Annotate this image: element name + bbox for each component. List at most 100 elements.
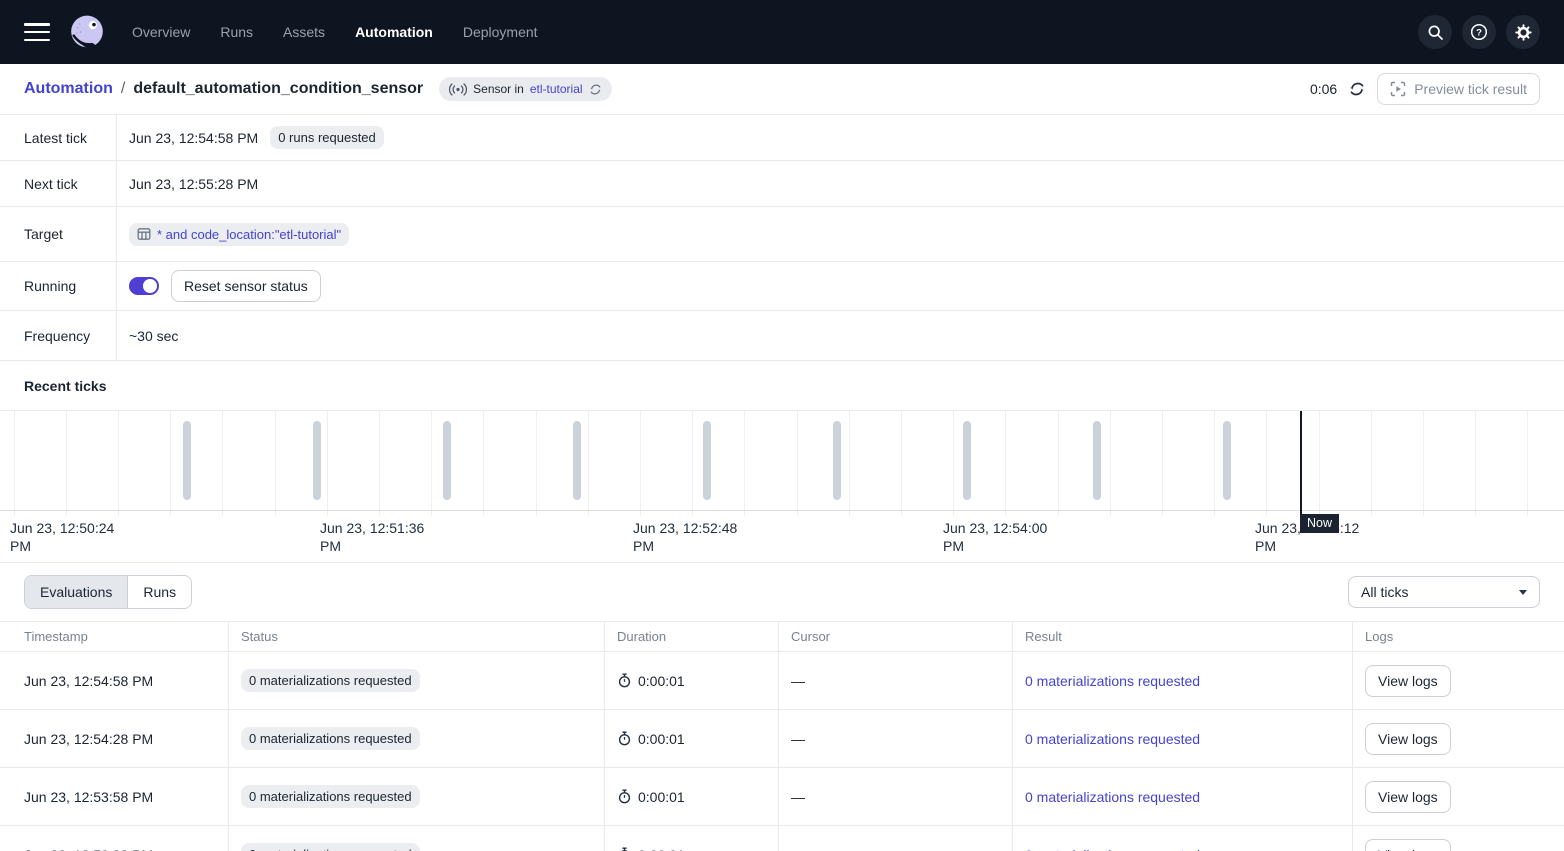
tick-cursor: — <box>779 826 1013 851</box>
timeline-gridline <box>1005 411 1006 516</box>
stopwatch-icon <box>617 673 632 688</box>
timeline-gridline <box>170 411 171 516</box>
timeline-axis-label: Jun 23, 12:51:36 PM <box>320 519 440 556</box>
tick-bar[interactable] <box>1223 421 1231 500</box>
reset-sensor-status-button[interactable]: Reset sensor status <box>171 270 321 302</box>
nav-item-overview[interactable]: Overview <box>132 24 190 40</box>
timeline-gridline <box>640 411 641 516</box>
timeline-gridline <box>1162 411 1163 516</box>
timeline-gridline <box>483 411 484 516</box>
tick-duration: 0:00:01 <box>638 673 685 689</box>
timeline-gridline <box>849 411 850 516</box>
tick-result-link[interactable]: 0 materializations requested <box>1025 731 1200 747</box>
table-row: Jun 23, 12:53:28 PM 0 materializations r… <box>0 826 1564 851</box>
view-logs-button[interactable]: View logs <box>1365 665 1451 697</box>
tick-cursor: — <box>779 652 1013 709</box>
row-latest-tick: Latest tick Jun 23, 12:54:58 PM 0 runs r… <box>0 115 1564 161</box>
timeline-gridline <box>1214 411 1215 516</box>
now-tag: Now <box>1300 514 1339 533</box>
tick-bar[interactable] <box>1093 421 1101 500</box>
search-button[interactable] <box>1418 15 1452 49</box>
tick-result-link[interactable]: 0 materializations requested <box>1025 673 1200 689</box>
timeline-gridline <box>222 411 223 516</box>
recent-ticks-heading: Recent ticks <box>0 361 1564 410</box>
breadcrumb-automation-link[interactable]: Automation <box>24 80 113 98</box>
header-actions: 0:06 Preview tick result <box>1310 73 1540 105</box>
col-status: Status <box>229 622 605 651</box>
timeline-gridline <box>1371 411 1372 516</box>
tick-status-badge: 0 materializations requested <box>241 727 420 750</box>
timeline-gridline <box>431 411 432 516</box>
tab-runs[interactable]: Runs <box>127 576 191 608</box>
help-button[interactable]: ? <box>1462 15 1496 49</box>
ticks-table-body: Jun 23, 12:54:58 PM 0 materializations r… <box>0 652 1564 851</box>
timeline-gridline <box>118 411 119 516</box>
asset-table-icon <box>137 227 151 241</box>
tick-bar[interactable] <box>573 421 581 500</box>
view-logs-button[interactable]: View logs <box>1365 839 1451 851</box>
tick-bar[interactable] <box>963 421 971 500</box>
running-label: Running <box>0 262 117 310</box>
col-result: Result <box>1013 622 1353 651</box>
stopwatch-icon <box>617 731 632 746</box>
code-location-link[interactable]: etl-tutorial <box>530 82 583 96</box>
timeline-gridline <box>901 411 902 516</box>
page-header: Automation / default_automation_conditio… <box>0 64 1564 115</box>
timeline-gridline <box>797 411 798 516</box>
row-target: Target * and code_location:"etl-tutorial… <box>0 207 1564 262</box>
ticks-table-header: Timestamp Status Duration Cursor Result … <box>0 622 1564 652</box>
ticks-table: Timestamp Status Duration Cursor Result … <box>0 621 1564 851</box>
view-logs-button[interactable]: View logs <box>1365 781 1451 813</box>
running-toggle[interactable] <box>129 277 159 295</box>
gear-icon <box>1515 24 1532 41</box>
view-logs-button[interactable]: View logs <box>1365 723 1451 755</box>
timeline-gridline <box>953 411 954 516</box>
timeline-gridline <box>692 411 693 516</box>
latest-tick-label: Latest tick <box>0 115 117 160</box>
row-running: Running Reset sensor status <box>0 262 1564 311</box>
timeline-gridline <box>1527 411 1528 516</box>
ticks-timeline[interactable]: Now Jun 23, 12:50:24 PM Jun 23, 12:51:36 … <box>0 410 1564 563</box>
tick-status-badge: 0 materializations requested <box>241 785 420 808</box>
nav-item-assets[interactable]: Assets <box>283 24 325 40</box>
target-selection-pill[interactable]: * and code_location:"etl-tutorial" <box>129 223 349 246</box>
nav-item-runs[interactable]: Runs <box>220 24 253 40</box>
dagster-logo[interactable] <box>68 13 106 51</box>
tick-timestamp: Jun 23, 12:54:28 PM <box>0 710 229 767</box>
sync-icon <box>589 83 602 96</box>
nav-item-deployment[interactable]: Deployment <box>463 24 538 40</box>
preview-tick-result-button[interactable]: Preview tick result <box>1377 73 1540 105</box>
tick-result-link[interactable]: 0 materializations requested <box>1025 789 1200 805</box>
tick-duration: 0:00:01 <box>638 731 685 747</box>
timeline-gridline <box>1266 411 1267 516</box>
tick-bar[interactable] <box>183 421 191 500</box>
tick-result-link[interactable]: 0 materializations requested <box>1025 847 1200 851</box>
tab-evaluations[interactable]: Evaluations <box>25 576 127 608</box>
timeline-gridline <box>275 411 276 516</box>
runs-requested-badge: 0 runs requested <box>270 126 384 149</box>
timeline-axis <box>0 510 1564 511</box>
timeline-axis-label: Jun 23, 12:54:00 PM <box>943 519 1063 556</box>
ticks-filter-dropdown[interactable]: All ticks <box>1348 576 1540 608</box>
tick-timestamp: Jun 23, 12:53:28 PM <box>0 826 229 851</box>
menu-button[interactable] <box>24 23 50 41</box>
nav-item-automation[interactable]: Automation <box>355 24 433 40</box>
now-line <box>1300 411 1302 517</box>
tick-bar[interactable] <box>443 421 451 500</box>
refresh-icon <box>1349 81 1365 97</box>
stopwatch-icon <box>617 789 632 804</box>
col-timestamp: Timestamp <box>0 622 229 651</box>
timeline-gridline <box>327 411 328 516</box>
tick-bar[interactable] <box>833 421 841 500</box>
search-icon <box>1427 24 1444 41</box>
table-row: Jun 23, 12:54:58 PM 0 materializations r… <box>0 652 1564 710</box>
next-tick-label: Next tick <box>0 161 117 206</box>
tick-cursor: — <box>779 710 1013 767</box>
timeline-axis-label: Jun 23, 12:50:24 PM <box>10 519 130 556</box>
settings-button[interactable] <box>1506 15 1540 49</box>
timeline-gridline <box>66 411 67 516</box>
tick-bar[interactable] <box>703 421 711 500</box>
tick-bar[interactable] <box>313 421 321 500</box>
next-tick-value: Jun 23, 12:55:28 PM <box>129 176 258 192</box>
refresh-button[interactable] <box>1349 81 1365 97</box>
